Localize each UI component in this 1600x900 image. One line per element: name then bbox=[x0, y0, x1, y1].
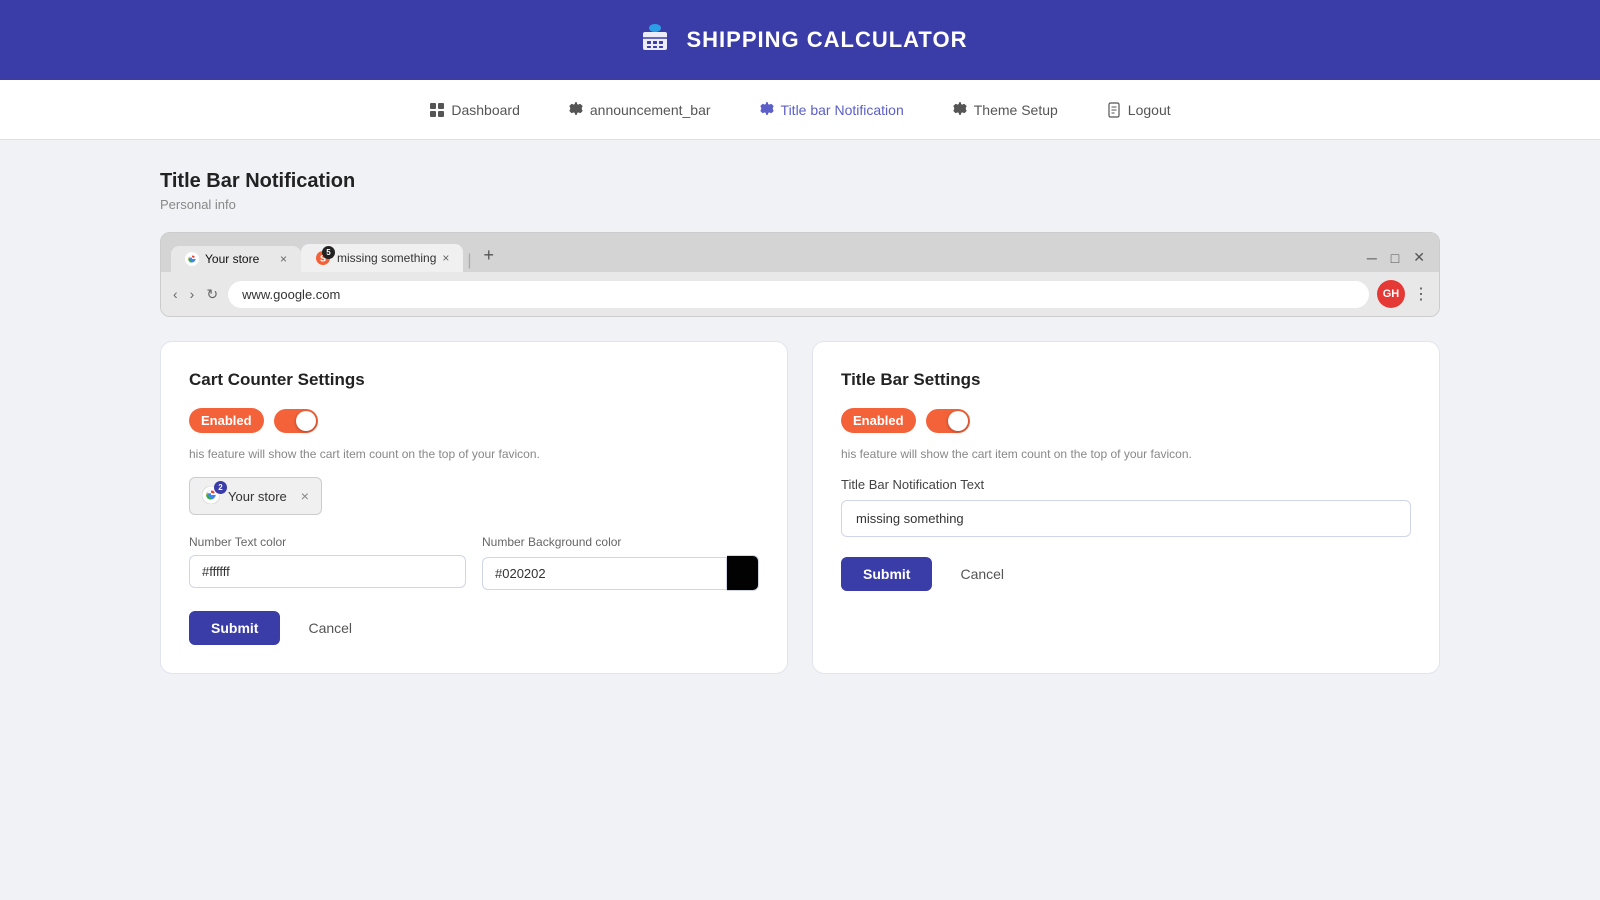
address-bar-input[interactable] bbox=[228, 281, 1369, 308]
gear-icon-2 bbox=[759, 102, 775, 118]
forward-button[interactable]: › bbox=[188, 284, 197, 304]
title-bar-panel: Title Bar Settings Enabled his feature w… bbox=[812, 341, 1440, 674]
nav-item-title-bar[interactable]: Title bar Notification bbox=[759, 102, 904, 118]
page-subtitle: Personal info bbox=[160, 197, 1440, 212]
logo-text: Shipping Calculator bbox=[687, 27, 968, 53]
favicon-close-button[interactable]: × bbox=[301, 488, 309, 504]
browser-tab-your-store[interactable]: Your store × bbox=[171, 246, 301, 272]
cart-counter-enabled-label: Enabled bbox=[189, 408, 264, 433]
favicon-badge: 2 bbox=[214, 481, 227, 494]
cart-counter-toggle-track[interactable] bbox=[274, 409, 318, 433]
notification-input-wrap: Title Bar Notification Text bbox=[841, 477, 1411, 537]
text-color-group: Number Text color bbox=[189, 535, 466, 591]
minimize-button[interactable]: ─ bbox=[1363, 248, 1381, 268]
maximize-button[interactable]: □ bbox=[1387, 248, 1403, 268]
browser-address-bar: ‹ › ↻ GH ⋮ bbox=[161, 272, 1439, 316]
cart-counter-panel: Cart Counter Settings Enabled his featur… bbox=[160, 341, 788, 674]
nav-label-logout: Logout bbox=[1128, 102, 1171, 118]
nav-bar: Dashboard announcement_bar Title bar Not… bbox=[0, 80, 1600, 140]
missing-tab-favicon: S 5 bbox=[315, 250, 331, 266]
title-bar-toggle-thumb bbox=[948, 411, 968, 431]
bg-color-label: Number Background color bbox=[482, 535, 759, 549]
user-avatar: GH bbox=[1377, 280, 1405, 308]
text-color-input[interactable] bbox=[189, 555, 466, 588]
nav-label-theme-setup: Theme Setup bbox=[974, 102, 1058, 118]
tab-close-missing[interactable]: × bbox=[442, 251, 449, 265]
back-button[interactable]: ‹ bbox=[171, 284, 180, 304]
title-bar-toggle[interactable] bbox=[926, 409, 970, 433]
cart-counter-submit-button[interactable]: Submit bbox=[189, 611, 280, 645]
notification-text-input[interactable] bbox=[841, 500, 1411, 537]
cart-counter-desc: his feature will show the cart item coun… bbox=[189, 447, 759, 461]
cart-counter-cancel-button[interactable]: Cancel bbox=[292, 611, 368, 645]
top-header: Shipping Calculator bbox=[0, 0, 1600, 80]
logo-area: Shipping Calculator bbox=[633, 18, 968, 62]
document-icon bbox=[1106, 102, 1122, 118]
main-content: Title Bar Notification Personal info You… bbox=[120, 140, 1480, 704]
cart-counter-title: Cart Counter Settings bbox=[189, 370, 759, 390]
bg-color-input[interactable] bbox=[482, 557, 727, 590]
favicon-preview: 2 Your store × bbox=[189, 477, 322, 515]
tab-label-missing: missing something bbox=[337, 251, 436, 265]
browser-tabs-bar: Your store × S 5 missing something × | + bbox=[161, 233, 1439, 272]
tab-badge: 5 bbox=[322, 246, 335, 259]
window-controls: ─ □ ✕ bbox=[1363, 247, 1429, 272]
logo-icon bbox=[633, 18, 677, 62]
cart-counter-toggle-thumb bbox=[296, 411, 316, 431]
close-window-button[interactable]: ✕ bbox=[1409, 247, 1429, 268]
nav-item-announcement-bar[interactable]: announcement_bar bbox=[568, 102, 711, 118]
text-color-label: Number Text color bbox=[189, 535, 466, 549]
bg-color-input-row bbox=[482, 555, 759, 591]
tab-divider: | bbox=[463, 252, 475, 270]
nav-item-dashboard[interactable]: Dashboard bbox=[429, 102, 520, 118]
cart-counter-toggle-row: Enabled bbox=[189, 408, 759, 433]
nav-item-logout[interactable]: Logout bbox=[1106, 102, 1171, 118]
bg-color-group: Number Background color bbox=[482, 535, 759, 591]
browser-menu-button[interactable]: ⋮ bbox=[1413, 284, 1429, 304]
cart-counter-btn-row: Submit Cancel bbox=[189, 611, 759, 645]
grid-icon bbox=[429, 102, 445, 118]
title-bar-panel-title: Title Bar Settings bbox=[841, 370, 1411, 390]
tab-new-button[interactable]: + bbox=[476, 241, 503, 270]
title-bar-cancel-button[interactable]: Cancel bbox=[944, 557, 1020, 591]
bg-color-swatch[interactable] bbox=[727, 555, 759, 591]
gear-icon-3 bbox=[952, 102, 968, 118]
title-bar-btn-row: Submit Cancel bbox=[841, 557, 1411, 591]
settings-row: Cart Counter Settings Enabled his featur… bbox=[160, 341, 1440, 674]
title-bar-toggle-track[interactable] bbox=[926, 409, 970, 433]
nav-label-title-bar: Title bar Notification bbox=[781, 102, 904, 118]
nav-label-dashboard: Dashboard bbox=[451, 102, 520, 118]
google-favicon bbox=[185, 252, 199, 266]
favicon-store-label: Your store bbox=[228, 489, 287, 504]
favicon-icon-wrap: 2 bbox=[202, 486, 222, 506]
nav-item-theme-setup[interactable]: Theme Setup bbox=[952, 102, 1058, 118]
page-title: Title Bar Notification bbox=[160, 170, 1440, 193]
reload-button[interactable]: ↻ bbox=[204, 284, 220, 305]
cart-counter-toggle[interactable] bbox=[274, 409, 318, 433]
nav-label-announcement: announcement_bar bbox=[590, 102, 711, 118]
title-bar-toggle-row: Enabled bbox=[841, 408, 1411, 433]
title-bar-submit-button[interactable]: Submit bbox=[841, 557, 932, 591]
browser-tab-missing[interactable]: S 5 missing something × bbox=[301, 244, 463, 272]
browser-mockup: Your store × S 5 missing something × | + bbox=[160, 232, 1440, 317]
tab-label-your-store: Your store bbox=[205, 252, 259, 266]
color-form-row: Number Text color Number Background colo… bbox=[189, 535, 759, 591]
notification-text-label: Title Bar Notification Text bbox=[841, 477, 1411, 492]
title-bar-enabled-label: Enabled bbox=[841, 408, 916, 433]
tab-close-your-store[interactable]: × bbox=[280, 252, 287, 266]
title-bar-desc: his feature will show the cart item coun… bbox=[841, 447, 1411, 461]
gear-icon-1 bbox=[568, 102, 584, 118]
